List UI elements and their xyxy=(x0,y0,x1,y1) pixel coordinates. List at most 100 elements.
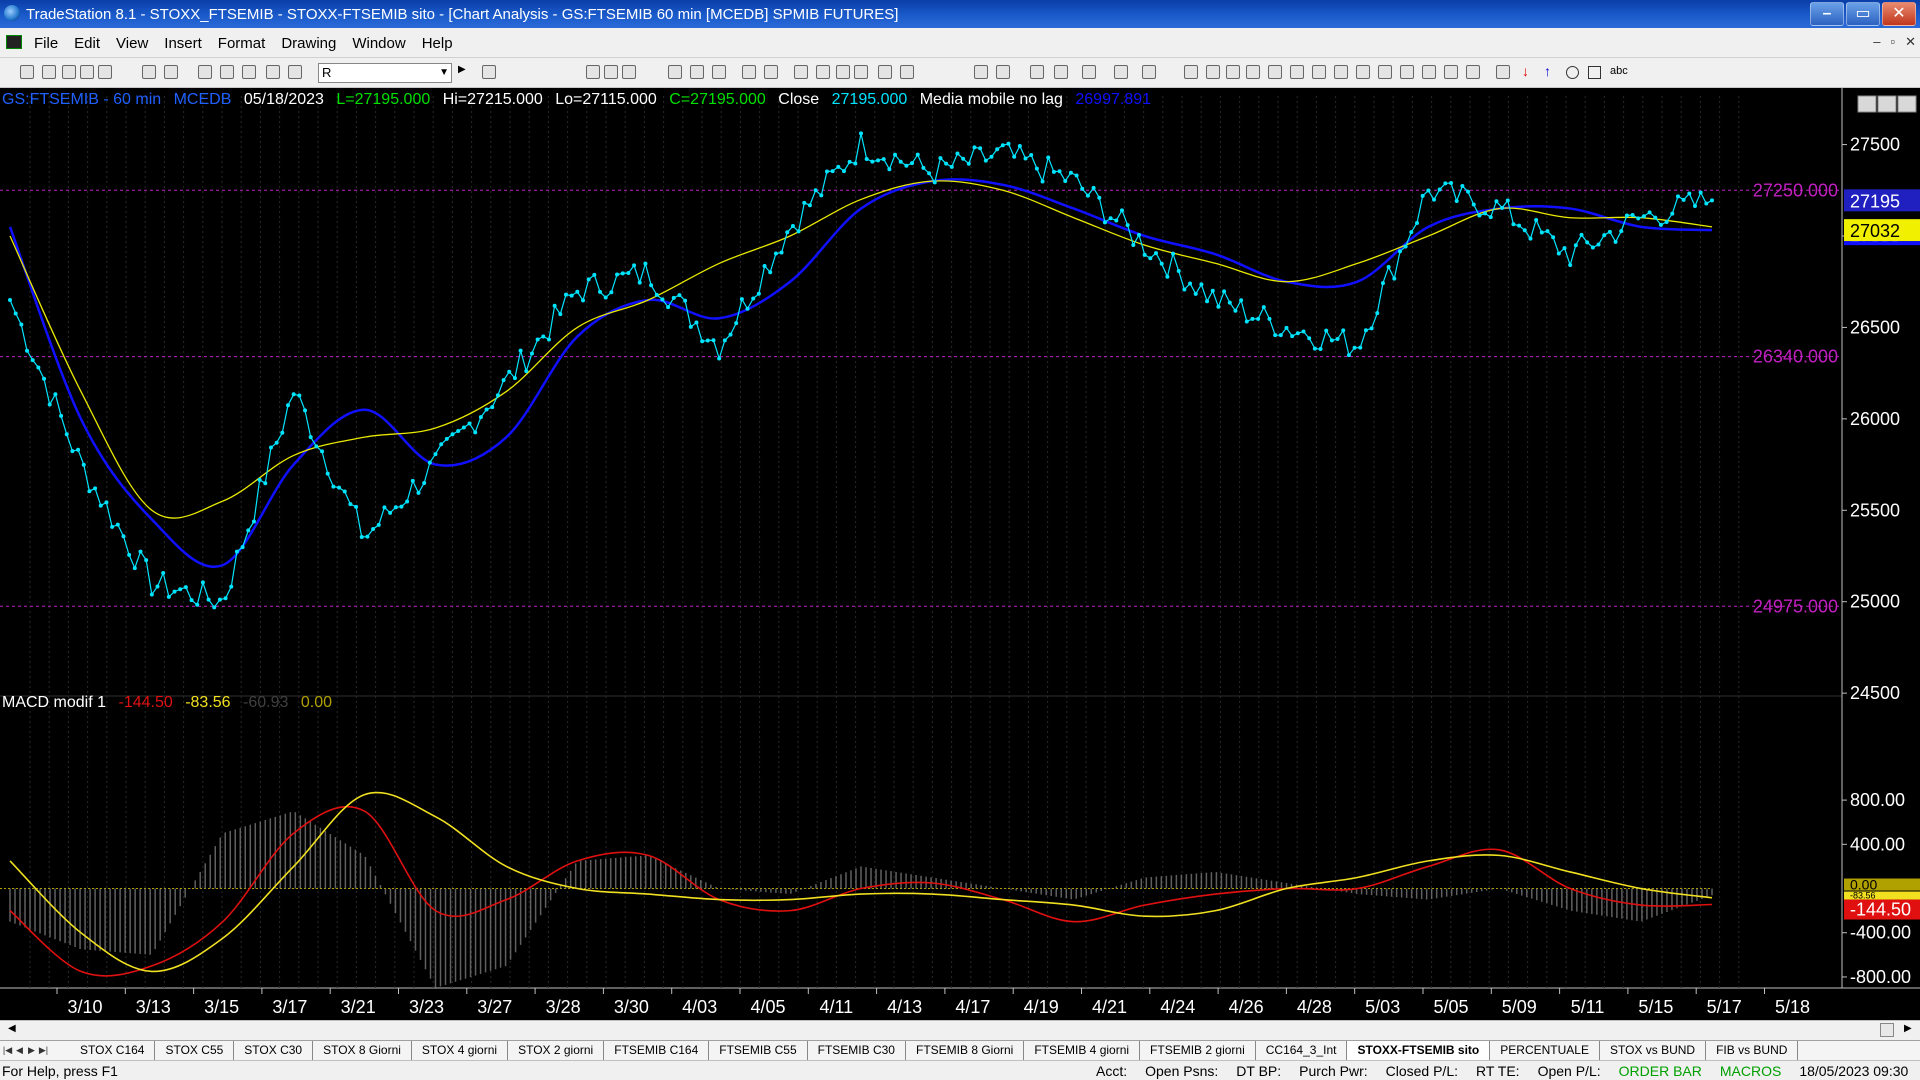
gann-icon[interactable] xyxy=(1290,65,1304,79)
open-workspace-icon[interactable] xyxy=(62,65,76,79)
menu-insert[interactable]: Insert xyxy=(164,35,202,52)
andrews-icon[interactable] xyxy=(1444,65,1458,79)
lock-icon[interactable] xyxy=(242,65,256,79)
workspace-tab[interactable]: STOXX-FTSEMIB sito xyxy=(1347,1041,1491,1060)
refresh-icon[interactable] xyxy=(712,65,726,79)
tab-last-icon[interactable]: ▶| xyxy=(38,1043,49,1057)
parallel-icon[interactable] xyxy=(1422,65,1436,79)
expand-icon[interactable] xyxy=(900,65,914,79)
workspace-tab[interactable]: FTSEMIB C55 xyxy=(709,1041,808,1060)
workspace-tab[interactable]: STOX C164 xyxy=(70,1041,156,1060)
menu-help[interactable]: Help xyxy=(422,35,453,52)
chart-canvas[interactable]: 27250.000 26340.000 24975.000 24500 25000 255… xyxy=(0,88,1920,1020)
pointer-icon[interactable] xyxy=(1030,65,1044,79)
candle-icon[interactable] xyxy=(794,65,808,79)
workspace-tab[interactable]: FIB vs BUND xyxy=(1706,1041,1799,1060)
menu-format[interactable]: Format xyxy=(218,35,266,52)
horizontal-scrollbar[interactable]: ◀ ▶ xyxy=(0,1020,1920,1040)
zoom-out-icon[interactable] xyxy=(996,65,1010,79)
workspace-tab[interactable]: FTSEMIB 8 Giorni xyxy=(906,1041,1025,1060)
close-button[interactable]: ✕ xyxy=(1882,2,1916,26)
maximize-button[interactable]: ▭ xyxy=(1846,2,1880,26)
line-icon[interactable] xyxy=(816,65,830,79)
channel-icon[interactable] xyxy=(1312,65,1326,79)
symbol-input[interactable]: R ▼ xyxy=(318,63,452,83)
compress-icon[interactable] xyxy=(878,65,892,79)
workspace-tab[interactable]: STOX C55 xyxy=(155,1041,235,1060)
format-icon[interactable] xyxy=(604,65,618,79)
workspace-tab[interactable]: FTSEMIB C164 xyxy=(604,1041,710,1060)
workspace-tab[interactable]: STOX C30 xyxy=(234,1041,314,1060)
workspace-tab[interactable]: STOX vs BUND xyxy=(1600,1041,1707,1060)
regression-icon[interactable] xyxy=(1378,65,1392,79)
zoom-in-icon[interactable] xyxy=(974,65,988,79)
menu-edit[interactable]: Edit xyxy=(74,35,100,52)
horizontal-lines-icon[interactable] xyxy=(1226,65,1240,79)
tab-first-icon[interactable]: |◀ xyxy=(2,1043,13,1057)
curve-icon[interactable] xyxy=(1496,65,1510,79)
order-bar-button[interactable]: ORDER BAR xyxy=(1619,1063,1702,1079)
tab-prev-icon[interactable]: ◀ xyxy=(14,1043,25,1057)
order-icon[interactable] xyxy=(1114,65,1128,79)
ellipse-icon[interactable] xyxy=(1566,66,1579,79)
chart-analysis-window[interactable]: 27250.000 26340.000 24975.000 24500 25000 255… xyxy=(0,88,1920,1020)
workspace-tab[interactable]: CC164_3_Int xyxy=(1256,1041,1348,1060)
mdi-close-button[interactable]: ✕ xyxy=(1905,34,1916,50)
menu-view[interactable]: View xyxy=(116,35,148,52)
print-preview-icon[interactable] xyxy=(142,65,156,79)
ohlc-icon[interactable] xyxy=(854,65,868,79)
fibonacci-icon[interactable] xyxy=(1246,65,1260,79)
workspace-tab[interactable]: FTSEMIB C30 xyxy=(808,1041,906,1060)
workspace-icon[interactable] xyxy=(198,65,212,79)
chart-type-icon[interactable] xyxy=(742,65,756,79)
workspace-tab[interactable]: STOX 2 giorni xyxy=(508,1041,605,1060)
rectangle-icon[interactable] xyxy=(1588,66,1601,79)
tools-icon[interactable] xyxy=(1082,65,1096,79)
arrow-down-icon[interactable]: ↓ xyxy=(1522,63,1529,79)
go-arrow-icon[interactable]: ▶ xyxy=(458,64,466,75)
arc-icon[interactable] xyxy=(1268,65,1282,79)
scroll-left-icon[interactable]: ◀ xyxy=(8,1023,16,1034)
desktop-icon[interactable] xyxy=(220,65,234,79)
mdi-minimize-button[interactable]: – xyxy=(1873,34,1880,50)
speed-lines-icon[interactable] xyxy=(1334,65,1348,79)
globe-icon[interactable] xyxy=(288,65,302,79)
chart-analysis-icon[interactable] xyxy=(1054,65,1068,79)
menu-file[interactable]: File xyxy=(34,35,58,52)
workspace-tab[interactable]: STOX 4 giorni xyxy=(412,1041,509,1060)
point-figure-icon[interactable] xyxy=(836,65,850,79)
print-icon[interactable] xyxy=(164,65,178,79)
arrow-up-icon[interactable]: ↑ xyxy=(1544,63,1551,79)
workspace-tab[interactable]: FTSEMIB 2 giorni xyxy=(1140,1041,1256,1060)
menu-window[interactable]: Window xyxy=(352,35,405,52)
new-icon[interactable] xyxy=(20,65,34,79)
workspace-tab[interactable]: PERCENTUALE xyxy=(1490,1041,1600,1060)
new-window-icon[interactable] xyxy=(80,65,94,79)
scroll-thumb[interactable] xyxy=(1880,1023,1894,1037)
macros-button[interactable]: MACROS xyxy=(1720,1063,1781,1079)
pencil-icon[interactable] xyxy=(1466,65,1480,79)
open-icon[interactable] xyxy=(42,65,56,79)
bar-chart-icon[interactable] xyxy=(764,65,778,79)
alert-icon[interactable] xyxy=(1142,65,1156,79)
indicator-icon[interactable] xyxy=(668,65,682,79)
workspace-tab[interactable]: STOX 8 Giorni xyxy=(313,1041,412,1060)
tab-next-icon[interactable]: ▶ xyxy=(26,1043,37,1057)
chevron-down-icon[interactable]: ▼ xyxy=(439,64,449,82)
find-icon[interactable] xyxy=(482,65,496,79)
mdi-restore-button[interactable]: ▫ xyxy=(1890,34,1895,50)
chart-tool-icon[interactable] xyxy=(266,65,280,79)
ruler-icon[interactable] xyxy=(1400,65,1414,79)
menu-drawing[interactable]: Drawing xyxy=(281,35,336,52)
workspace-tab[interactable]: FTSEMIB 4 giorni xyxy=(1024,1041,1141,1060)
trendline-icon[interactable] xyxy=(1184,65,1198,79)
table-icon[interactable] xyxy=(622,65,636,79)
text-tool-icon[interactable]: abc xyxy=(1610,65,1628,77)
scroll-right-icon[interactable]: ▶ xyxy=(1904,1023,1912,1034)
chart-document-icon[interactable] xyxy=(6,35,22,49)
minimize-button[interactable]: – xyxy=(1810,2,1844,26)
vertical-lines-icon[interactable] xyxy=(1206,65,1220,79)
data-window-icon[interactable] xyxy=(586,65,600,79)
fan-icon[interactable] xyxy=(1356,65,1370,79)
save-icon[interactable] xyxy=(98,65,112,79)
